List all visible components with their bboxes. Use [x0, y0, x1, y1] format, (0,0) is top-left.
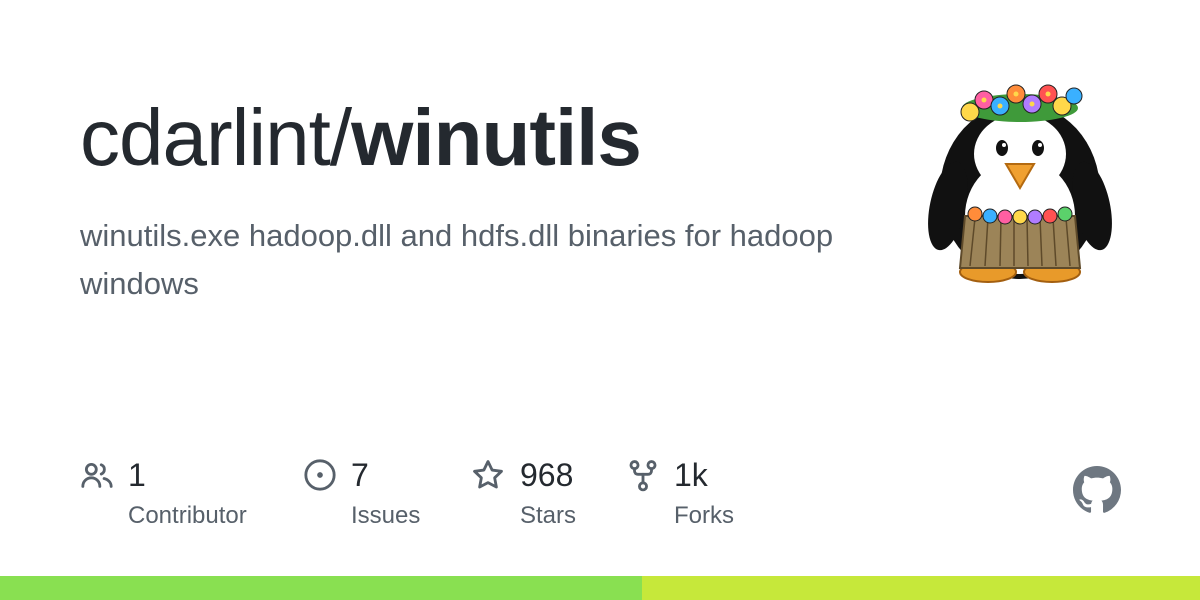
- repo-title[interactable]: cdarlint/winutils: [80, 92, 642, 184]
- issues-count: 7: [351, 457, 369, 493]
- repo-owner: cdarlint/: [80, 93, 352, 182]
- language-segment: [642, 576, 1200, 600]
- hula-penguin-avatar: [928, 84, 1112, 283]
- issues-label: Issues: [351, 502, 421, 529]
- stars-label: Stars: [520, 502, 577, 529]
- repo-description: winutils.exe hadoop.dll and hdfs.dll bin…: [80, 218, 834, 301]
- repo-name: winutils: [351, 93, 642, 182]
- issue-opened-icon: [304, 459, 336, 491]
- github-mark-icon[interactable]: [1073, 466, 1121, 514]
- people-icon: [81, 462, 113, 488]
- forks-label: Forks: [674, 502, 734, 529]
- language-bar: [0, 576, 1200, 600]
- stars-count: 968: [520, 457, 574, 493]
- language-segment: [0, 576, 642, 600]
- star-icon: [473, 460, 503, 489]
- forks-count: 1k: [674, 457, 708, 493]
- contributors-label: Contributor: [128, 502, 247, 529]
- contributors-count: 1: [128, 457, 146, 493]
- repo-social-card: cdarlint/winutils winutils.exe hadoop.dl…: [0, 0, 1200, 600]
- repo-forked-icon: [629, 460, 657, 492]
